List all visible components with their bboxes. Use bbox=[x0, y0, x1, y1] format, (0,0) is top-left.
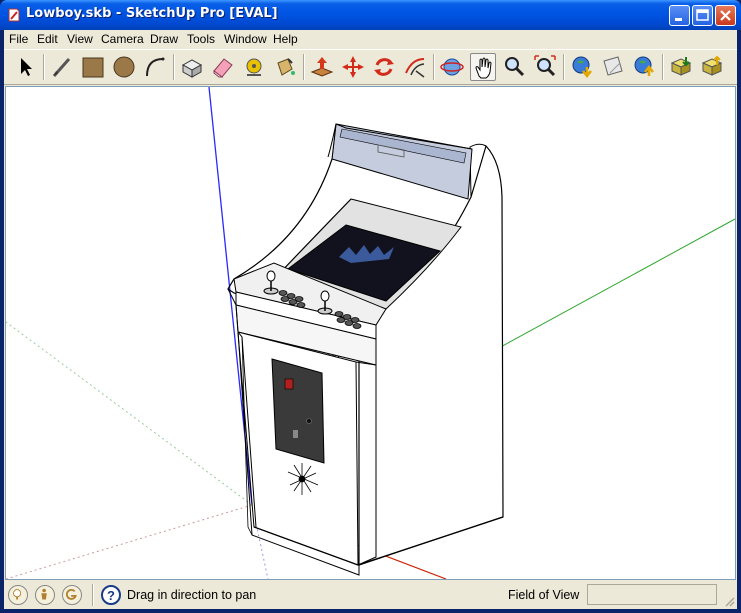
orbit-icon bbox=[440, 58, 464, 76]
title-bar[interactable]: Lowboy.skb - SketchUp Pro [EVAL] bbox=[0, 0, 741, 30]
google-signin-button[interactable] bbox=[62, 585, 82, 605]
maximize-icon bbox=[696, 9, 709, 21]
status-message: Drag in direction to pan bbox=[127, 588, 257, 602]
maximize-button[interactable] bbox=[692, 5, 713, 26]
menu-tools[interactable]: Tools bbox=[187, 32, 215, 46]
select-icon bbox=[21, 58, 32, 76]
geo-location-button[interactable] bbox=[8, 585, 28, 605]
arcade-cabinet-model bbox=[6, 87, 735, 579]
zoom-tool-button[interactable] bbox=[501, 53, 527, 81]
push-pull-icon bbox=[310, 57, 334, 77]
instructor-help-button[interactable]: ? bbox=[101, 585, 121, 605]
model-viewport[interactable] bbox=[5, 86, 736, 580]
zoom-extents-icon bbox=[534, 55, 556, 77]
coin-door bbox=[271, 358, 325, 464]
toolbar-separator bbox=[303, 54, 305, 80]
status-separator bbox=[92, 584, 94, 606]
rectangle-tool-button[interactable] bbox=[80, 53, 106, 81]
value-control-box[interactable] bbox=[587, 584, 717, 605]
sketchup-app-icon bbox=[8, 8, 20, 22]
pan-tool-button[interactable] bbox=[470, 53, 496, 81]
get-models-button[interactable] bbox=[569, 53, 595, 81]
credits-icon bbox=[41, 588, 47, 600]
move-tool-button[interactable] bbox=[340, 53, 366, 81]
menu-view[interactable]: View bbox=[67, 32, 93, 46]
share-component-button[interactable] bbox=[699, 53, 725, 81]
toolbar-separator bbox=[662, 54, 664, 80]
close-button[interactable] bbox=[715, 5, 736, 26]
circle-icon bbox=[113, 56, 135, 78]
push-pull-button[interactable] bbox=[309, 53, 335, 81]
window-client-area: File Edit View Camera Draw Tools Window … bbox=[4, 30, 737, 609]
share-model-button[interactable] bbox=[600, 53, 626, 81]
pencil-line-icon bbox=[52, 58, 71, 77]
move-icon bbox=[342, 56, 364, 78]
rectangle-icon bbox=[82, 57, 104, 78]
zoom-icon bbox=[505, 57, 525, 77]
rotate-icon bbox=[374, 58, 394, 76]
toolbar-separator bbox=[173, 54, 175, 80]
eraser-tool-button[interactable] bbox=[210, 53, 236, 81]
joystick-p2-ball bbox=[320, 290, 330, 302]
svg-text:?: ? bbox=[107, 588, 115, 603]
pan-icon bbox=[475, 57, 492, 79]
green-axis-dotted bbox=[6, 321, 253, 506]
toolbar-separator bbox=[563, 54, 565, 80]
toolbar-separator bbox=[433, 54, 435, 80]
make-component-button[interactable] bbox=[179, 53, 205, 81]
paint-bucket-button[interactable] bbox=[272, 53, 298, 81]
menu-file[interactable]: File bbox=[9, 32, 28, 46]
menu-window[interactable]: Window bbox=[224, 32, 267, 46]
minimize-button[interactable] bbox=[669, 5, 690, 26]
minimize-icon bbox=[675, 18, 682, 21]
circle-tool-button[interactable] bbox=[111, 53, 137, 81]
arc-icon bbox=[146, 57, 165, 77]
joystick-p1-ball bbox=[266, 270, 276, 282]
coin-return bbox=[293, 430, 298, 438]
tape-measure-icon bbox=[246, 58, 262, 76]
get-models-icon bbox=[572, 56, 592, 79]
menu-edit[interactable]: Edit bbox=[37, 32, 58, 46]
get-components-icon bbox=[670, 57, 692, 76]
google-earth-icon bbox=[634, 56, 654, 76]
offset-tool-button[interactable] bbox=[402, 53, 428, 81]
coin-slot-light bbox=[284, 378, 294, 390]
green-axis-line bbox=[485, 218, 735, 356]
paint-bucket-icon bbox=[277, 58, 295, 76]
google-icon bbox=[66, 589, 77, 600]
menu-draw[interactable]: Draw bbox=[150, 32, 178, 46]
help-icon: ? bbox=[107, 588, 115, 603]
rotate-tool-button[interactable] bbox=[371, 53, 397, 81]
window-title: Lowboy.skb - SketchUp Pro [EVAL] bbox=[26, 6, 278, 21]
toolbar-separator bbox=[43, 54, 45, 80]
status-bar: ? Drag in direction to pan Field of View bbox=[4, 582, 737, 609]
red-axis-dotted bbox=[6, 504, 253, 579]
menu-help[interactable]: Help bbox=[273, 32, 298, 46]
offset-icon bbox=[405, 58, 425, 78]
resize-grip-icon[interactable] bbox=[723, 595, 735, 607]
main-toolbar bbox=[4, 49, 737, 85]
close-icon bbox=[720, 10, 731, 21]
get-components-button[interactable] bbox=[668, 53, 694, 81]
share-component-icon bbox=[701, 55, 723, 76]
select-tool-button[interactable] bbox=[12, 53, 38, 81]
google-earth-button[interactable] bbox=[631, 53, 657, 81]
orbit-tool-button[interactable] bbox=[439, 53, 465, 81]
make-component-icon bbox=[181, 59, 203, 78]
value-control-label: Field of View bbox=[508, 588, 580, 602]
arc-tool-button[interactable] bbox=[142, 53, 168, 81]
credits-button[interactable] bbox=[35, 585, 55, 605]
menu-camera[interactable]: Camera bbox=[101, 32, 144, 46]
menu-bar: File Edit View Camera Draw Tools Window … bbox=[4, 30, 737, 48]
share-model-icon bbox=[603, 56, 623, 76]
zoom-extents-button[interactable] bbox=[532, 53, 558, 81]
sketchup-window: Lowboy.skb - SketchUp Pro [EVAL] File Ed… bbox=[0, 0, 741, 613]
coin-door-lock bbox=[306, 418, 312, 424]
eraser-icon bbox=[213, 58, 233, 78]
geo-location-icon bbox=[13, 589, 22, 600]
tape-measure-button[interactable] bbox=[241, 53, 267, 81]
line-tool-button[interactable] bbox=[49, 53, 75, 81]
